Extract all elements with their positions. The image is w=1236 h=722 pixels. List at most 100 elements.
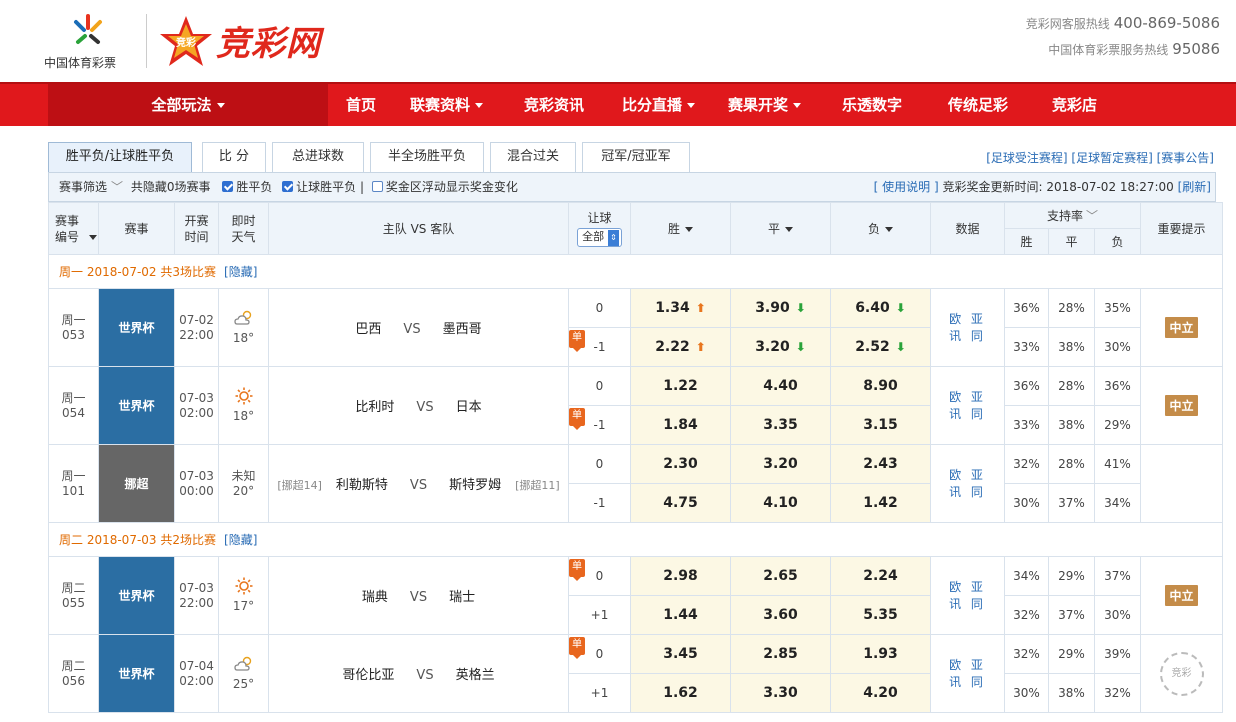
league-badge[interactable]: 世界杯 — [98, 634, 175, 713]
league-badge[interactable]: 世界杯 — [98, 288, 175, 367]
tab-total-goals[interactable]: 总进球数 — [272, 142, 364, 172]
nav-item-news[interactable]: 竞彩资讯 — [524, 84, 584, 126]
col-num[interactable]: 赛事编号 — [48, 202, 99, 255]
data-links[interactable]: 欧 亚讯 同 — [930, 444, 1005, 523]
odds-win-handicap[interactable]: 1.44 — [630, 595, 731, 635]
nav-item-traditional[interactable]: 传统足彩 — [948, 84, 1008, 126]
data-links[interactable]: 欧 亚讯 同 — [930, 556, 1005, 635]
league-badge[interactable]: 世界杯 — [98, 556, 175, 635]
handicap-value: 0 — [568, 366, 631, 406]
handicap-select[interactable]: 全部 ⇕ — [577, 228, 622, 247]
refresh-link[interactable]: [刷新] — [1178, 180, 1211, 194]
odds-lose[interactable]: 2.43 — [830, 444, 931, 484]
away-team[interactable]: 英格兰 — [456, 668, 495, 683]
odds-win[interactable]: 2.30 — [630, 444, 731, 484]
nav-all-games[interactable]: 全部玩法 — [48, 84, 328, 126]
match-row: 周二 056 世界杯 07-04 02:00 25° 哥伦比亚 VS 英格兰 单 0 3.45 2.85… — [48, 634, 1223, 713]
filter-toggle[interactable]: 赛事筛选 ﹀ — [59, 180, 127, 194]
tab-score[interactable]: 比 分 — [202, 142, 266, 172]
home-team[interactable]: 巴西 — [355, 322, 381, 337]
league-badge[interactable]: 世界杯 — [98, 366, 175, 445]
away-team[interactable]: 日本 — [456, 400, 482, 415]
support-rate: 37% — [1094, 556, 1141, 596]
odds-value: 1.93 — [863, 646, 898, 662]
odds-lose[interactable]: 8.90 — [830, 366, 931, 406]
hide-day-link[interactable]: [隐藏] — [224, 533, 257, 547]
league-badge[interactable]: 挪超 — [98, 444, 175, 523]
odds-draw[interactable]: 2.65 — [730, 556, 831, 596]
odds-win-handicap[interactable]: 4.75 — [630, 483, 731, 523]
odds-value: 2.85 — [763, 646, 798, 662]
home-team[interactable]: 瑞典 — [362, 590, 388, 605]
odds-win-handicap[interactable]: 2.22 ⬆ — [630, 327, 731, 367]
tab-mixed[interactable]: 混合过关 — [490, 142, 576, 172]
hide-day-link[interactable]: [隐藏] — [224, 265, 257, 279]
odds-win-handicap[interactable]: 1.62 — [630, 673, 731, 713]
col-draw[interactable]: 平 — [730, 202, 831, 255]
odds-value: 3.20 — [763, 456, 798, 472]
nav-item-results[interactable]: 赛果开奖 — [728, 84, 802, 126]
nav-item-lotto[interactable]: 乐透数字 — [842, 84, 902, 126]
data-links[interactable]: 欧 亚讯 同 — [930, 288, 1005, 367]
tab-champion[interactable]: 冠军/冠亚军 — [582, 142, 690, 172]
teams: 哥伦比亚 VS 英格兰 — [268, 634, 569, 713]
col-support[interactable]: 支持率 ﹀ — [1004, 202, 1141, 229]
handicap-value: 0 — [568, 288, 631, 328]
odds-lose-handicap[interactable]: 3.15 — [830, 405, 931, 445]
link-tentative[interactable]: [足球暂定赛程] — [1071, 151, 1152, 165]
odds-lose-handicap[interactable]: 2.52 ⬇ — [830, 327, 931, 367]
odds-lose[interactable]: 1.93 — [830, 634, 931, 674]
support-rate: 36% — [1094, 366, 1141, 406]
odds-draw-handicap[interactable]: 3.20 ⬇ — [730, 327, 831, 367]
odds-draw[interactable]: 3.90 ⬇ — [730, 288, 831, 328]
nav-item-home[interactable]: 首页 — [346, 84, 376, 126]
data-links[interactable]: 欧 亚讯 同 — [930, 634, 1005, 713]
teams: 瑞典 VS 瑞士 — [268, 556, 569, 635]
odds-draw[interactable]: 2.85 — [730, 634, 831, 674]
col-win[interactable]: 胜 — [630, 202, 731, 255]
lottery-logo[interactable]: 中国体育彩票 — [44, 12, 136, 72]
odds-draw-handicap[interactable]: 3.35 — [730, 405, 831, 445]
home-team[interactable]: 哥伦比亚 — [342, 668, 394, 683]
nav-item-shops[interactable]: 竞彩店 — [1052, 84, 1097, 126]
nav-item-live-score[interactable]: 比分直播 — [622, 84, 696, 126]
odds-lose[interactable]: 6.40 ⬇ — [830, 288, 931, 328]
temperature: 18° — [232, 409, 255, 423]
link-schedule[interactable]: [足球受注赛程] — [986, 151, 1067, 165]
col-time: 开赛时间 — [174, 202, 219, 255]
tab-win-draw-lose[interactable]: 胜平负/让球胜平负 — [48, 142, 192, 172]
odds-value: 1.84 — [663, 417, 698, 433]
help-link[interactable]: [ 使用说明 ] — [874, 180, 939, 194]
col-lose[interactable]: 负 — [830, 202, 931, 255]
checkbox-handicap[interactable]: 让球胜平负 | — [282, 180, 364, 194]
odds-win[interactable]: 1.22 — [630, 366, 731, 406]
odds-draw[interactable]: 3.20 — [730, 444, 831, 484]
odds-win[interactable]: 2.98 — [630, 556, 731, 596]
checkbox-float-prize[interactable]: 奖金区浮动显示奖金变化 — [371, 180, 518, 194]
checkbox-wdl[interactable]: 胜平负 — [222, 180, 272, 194]
home-team[interactable]: 利勒斯特 — [336, 478, 388, 493]
home-team[interactable]: 比利时 — [355, 400, 394, 415]
odds-win-handicap[interactable]: 1.84 — [630, 405, 731, 445]
odds-draw-handicap[interactable]: 3.60 — [730, 595, 831, 635]
away-team[interactable]: 瑞士 — [449, 590, 475, 605]
away-team[interactable]: 墨西哥 — [443, 322, 482, 337]
odds-draw-handicap[interactable]: 3.30 — [730, 673, 831, 713]
odds-lose-handicap[interactable]: 4.20 — [830, 673, 931, 713]
odds-draw-handicap[interactable]: 4.10 — [730, 483, 831, 523]
checkbox-checked-icon — [282, 181, 294, 192]
link-notice[interactable]: [赛事公告] — [1157, 151, 1214, 165]
odds-lose-handicap[interactable]: 1.42 — [830, 483, 931, 523]
odds-draw[interactable]: 4.40 — [730, 366, 831, 406]
nav-item-league[interactable]: 联赛资料 — [410, 84, 484, 126]
odds-win[interactable]: 1.34 ⬆ — [630, 288, 731, 328]
odds-lose[interactable]: 2.24 — [830, 556, 931, 596]
teams: 比利时 VS 日本 — [268, 366, 569, 445]
odds-win[interactable]: 3.45 — [630, 634, 731, 674]
odds-lose-handicap[interactable]: 5.35 — [830, 595, 931, 635]
hotline-1-number: 400-869-5086 — [1113, 14, 1220, 32]
support-rate: 30% — [1094, 327, 1141, 367]
tab-half-full[interactable]: 半全场胜平负 — [370, 142, 484, 172]
data-links[interactable]: 欧 亚讯 同 — [930, 366, 1005, 445]
away-team[interactable]: 斯特罗姆 — [449, 478, 501, 493]
